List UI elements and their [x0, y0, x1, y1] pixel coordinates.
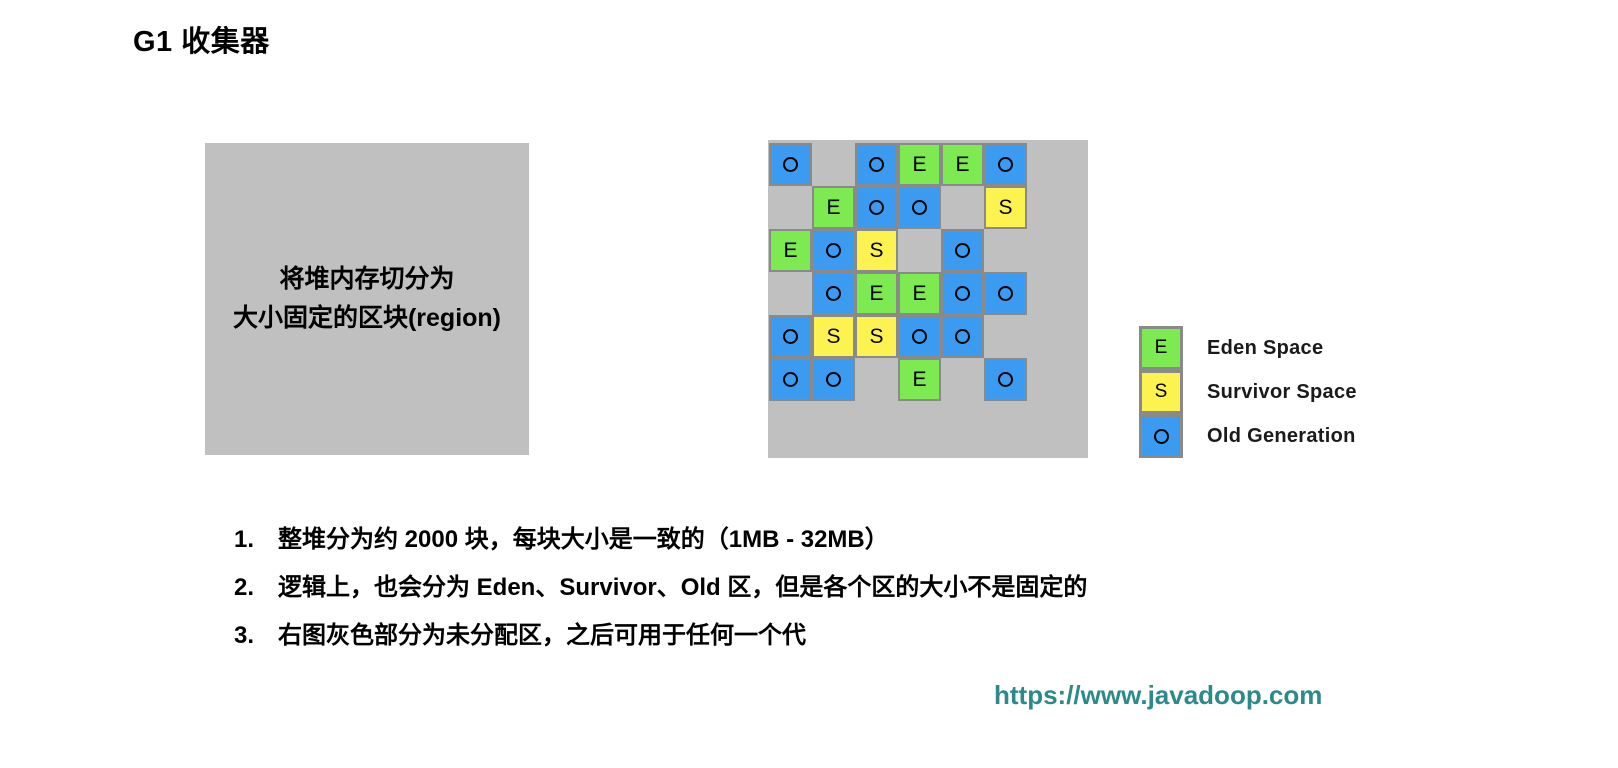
legend: E Eden Space S Survivor Space Old Generation [1139, 326, 1357, 458]
note-text: 逻辑上，也会分为 Eden、Survivor、Old 区，但是各个区的大小不是固… [278, 574, 1088, 601]
legend-swatch-eden: E [1139, 326, 1183, 370]
region-cell-eden: E [898, 272, 941, 315]
old-generation-circle-icon [998, 157, 1013, 172]
notes-list: 1. 整堆分为约 2000 块，每块大小是一致的（1MB - 32MB） 2. 逻辑上… [234, 519, 1434, 663]
region-cell-unallocated [855, 358, 898, 401]
page-title: G1 收集器 [133, 26, 270, 58]
region-diagram-panel: EEESESEESSE [768, 140, 1088, 458]
legend-item-eden: E Eden Space [1139, 326, 1357, 370]
old-generation-circle-icon [1153, 428, 1169, 444]
region-cell-old [855, 143, 898, 186]
region-cell-old [769, 315, 812, 358]
region-cell-eden: E [941, 143, 984, 186]
region-cell-unallocated [812, 143, 855, 186]
old-generation-circle-icon [783, 372, 798, 387]
region-cell-survivor: S [812, 315, 855, 358]
region-cell-eden: E [769, 229, 812, 272]
region-cell-survivor: S [855, 315, 898, 358]
region-cell-eden: E [855, 272, 898, 315]
region-cell-old [941, 229, 984, 272]
note-number: 3. [234, 622, 255, 649]
region-cell-eden: E [898, 358, 941, 401]
old-generation-circle-icon [783, 329, 798, 344]
source-url-link[interactable]: https://www.javadoop.com [994, 680, 1322, 711]
region-cell-old [769, 143, 812, 186]
old-generation-circle-icon [955, 329, 970, 344]
region-cell-unallocated [941, 358, 984, 401]
region-cell-unallocated [769, 272, 812, 315]
legend-swatch-survivor: S [1139, 370, 1183, 414]
legend-label-eden: Eden Space [1207, 336, 1324, 359]
region-cell-old [769, 358, 812, 401]
note-text: 右图灰色部分为未分配区，之后可用于任何一个代 [278, 622, 806, 649]
region-cell-old [812, 229, 855, 272]
old-generation-circle-icon [869, 200, 884, 215]
note-text: 整堆分为约 2000 块，每块大小是一致的（1MB - 32MB） [278, 526, 889, 553]
region-cell-old [941, 315, 984, 358]
region-cell-unallocated [769, 186, 812, 229]
region-cell-old [984, 272, 1027, 315]
legend-swatch-old [1139, 414, 1183, 458]
old-generation-circle-icon [869, 157, 884, 172]
old-generation-circle-icon [912, 200, 927, 215]
left-description-panel: 将堆内存切分为 大小固定的区块(region) [205, 143, 529, 455]
region-cell-survivor: S [855, 229, 898, 272]
note-item: 3. 右图灰色部分为未分配区，之后可用于任何一个代 [234, 615, 1434, 650]
region-cell-survivor: S [984, 186, 1027, 229]
note-item: 2. 逻辑上，也会分为 Eden、Survivor、Old 区，但是各个区的大小不… [234, 567, 1434, 602]
old-generation-circle-icon [912, 329, 927, 344]
region-cell-eden: E [812, 186, 855, 229]
region-cell-unallocated [941, 186, 984, 229]
region-cell-old [898, 186, 941, 229]
note-item: 1. 整堆分为约 2000 块，每块大小是一致的（1MB - 32MB） [234, 519, 1434, 554]
legend-label-old: Old Generation [1207, 424, 1356, 447]
legend-item-old: Old Generation [1139, 414, 1357, 458]
region-cell-old [984, 358, 1027, 401]
region-grid: EEESESEESSE [769, 143, 1027, 401]
old-generation-circle-icon [955, 286, 970, 301]
note-number: 2. [234, 574, 255, 601]
region-cell-eden: E [898, 143, 941, 186]
legend-item-survivor: S Survivor Space [1139, 370, 1357, 414]
note-number: 1. [234, 526, 255, 553]
region-cell-old [812, 272, 855, 315]
region-cell-old [984, 143, 1027, 186]
region-cell-old [855, 186, 898, 229]
old-generation-circle-icon [826, 372, 841, 387]
old-generation-circle-icon [998, 372, 1013, 387]
legend-label-survivor: Survivor Space [1207, 380, 1357, 403]
old-generation-circle-icon [955, 243, 970, 258]
left-description-text: 将堆内存切分为 大小固定的区块(region) [232, 265, 502, 332]
region-cell-old [812, 358, 855, 401]
old-generation-circle-icon [998, 286, 1013, 301]
old-generation-circle-icon [826, 243, 841, 258]
old-generation-circle-icon [783, 157, 798, 172]
region-cell-unallocated [898, 229, 941, 272]
region-cell-unallocated [984, 229, 1027, 272]
region-cell-unallocated [984, 315, 1027, 358]
old-generation-circle-icon [826, 286, 841, 301]
region-cell-old [898, 315, 941, 358]
region-cell-old [941, 272, 984, 315]
